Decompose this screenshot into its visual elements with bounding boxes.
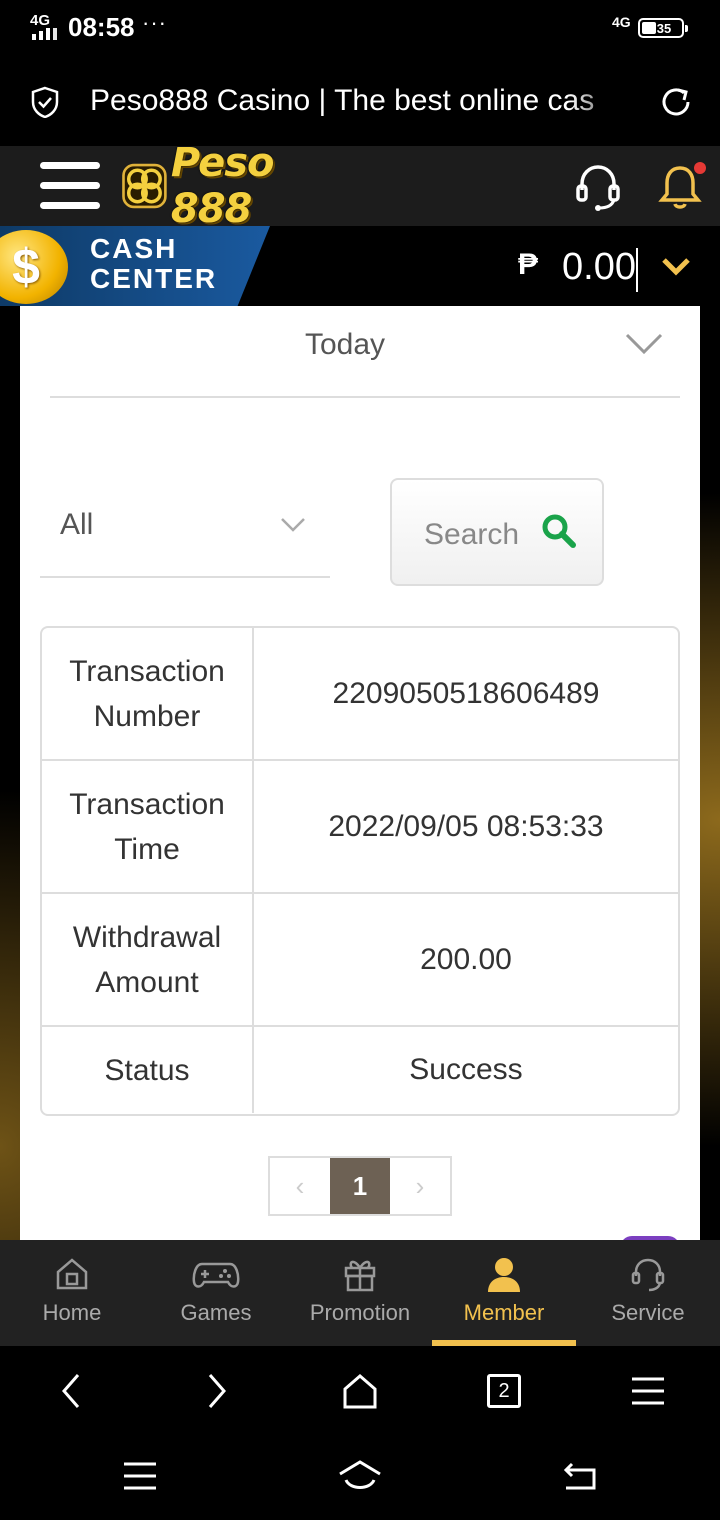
transaction-type-value: All xyxy=(60,508,94,541)
bottom-app-nav: Home Games Promotion Member Service xyxy=(0,1240,720,1346)
nav-item-promotion[interactable]: Promotion xyxy=(288,1240,432,1346)
transaction-number: 2209050518606489 xyxy=(332,676,600,710)
page-url-title[interactable]: Peso888 Casino | The best online cas xyxy=(90,84,630,118)
next-page-button[interactable]: › xyxy=(390,1158,450,1214)
menu-lines-icon xyxy=(632,1377,664,1405)
battery-icon: 35 xyxy=(638,18,688,38)
pagination: ‹ 1 › xyxy=(268,1156,452,1216)
peso888-logo[interactable]: Peso 888 xyxy=(120,140,342,232)
cash-center-bar: $ CASH CENTER ₱ 0.00 xyxy=(0,226,720,306)
tabs-button[interactable]: 2 xyxy=(432,1346,576,1436)
search-button[interactable]: Search xyxy=(390,478,604,586)
browser-address-bar: Peso888 Casino | The best online cas xyxy=(0,56,720,146)
withdrawal-record-card: Today All Search Transaction Number 2209… xyxy=(20,306,700,1240)
gift-icon xyxy=(344,1260,376,1292)
status-bar: 4G 08:58 ··· 4G 35 xyxy=(0,0,720,56)
system-home-icon[interactable] xyxy=(336,1456,384,1496)
transaction-type-select[interactable]: All xyxy=(40,498,330,578)
balance-dropdown-icon[interactable] xyxy=(660,250,692,282)
transaction-time: 2022/09/05 08:53:33 xyxy=(328,809,604,843)
table-row: Withdrawal Amount 200.00 xyxy=(42,894,678,1027)
nav-item-service[interactable]: Service xyxy=(576,1240,720,1346)
field-label: Withdrawal Amount xyxy=(42,894,254,1025)
forward-arrow-icon xyxy=(208,1374,226,1408)
date-range-select[interactable]: Today xyxy=(50,306,680,398)
transaction-status: Success xyxy=(409,1053,523,1086)
nav-item-games[interactable]: Games xyxy=(144,1240,288,1346)
nav-label: Promotion xyxy=(309,1300,411,1325)
shield-check-icon xyxy=(31,86,59,118)
search-button-label: Search xyxy=(424,518,520,551)
signal-icon xyxy=(32,28,57,40)
chevron-down-icon xyxy=(625,333,663,355)
headset-support-icon[interactable] xyxy=(572,160,624,212)
text-caret xyxy=(636,248,638,292)
browser-toolbar: 2 xyxy=(0,1346,720,1436)
nav-label: Home xyxy=(42,1300,102,1325)
headset-icon xyxy=(631,1258,665,1292)
nav-item-home[interactable]: Home xyxy=(0,1240,144,1346)
nav-label: Service xyxy=(611,1300,685,1325)
table-row: Transaction Number 2209050518606489 xyxy=(42,628,678,761)
network-indicator: 4G xyxy=(30,12,51,29)
network-indicator-right: 4G xyxy=(612,14,631,30)
gamepad-icon xyxy=(192,1262,240,1288)
browser-home-button[interactable] xyxy=(288,1346,432,1436)
cash-center-label: CASH CENTER xyxy=(90,233,218,294)
home-outline-icon xyxy=(343,1374,377,1409)
transaction-detail-table: Transaction Number 2209050518606489 Tran… xyxy=(40,626,680,1116)
forward-button[interactable] xyxy=(144,1346,288,1436)
table-row: Status Success xyxy=(42,1027,678,1113)
clock: 08:58 xyxy=(68,12,135,42)
nav-label: Games xyxy=(180,1300,252,1325)
field-label: Transaction Time xyxy=(42,761,254,892)
prev-page-button[interactable]: ‹ xyxy=(270,1158,330,1214)
chevron-down-icon xyxy=(281,518,305,532)
date-range-value: Today xyxy=(304,328,386,361)
home-icon xyxy=(56,1258,88,1290)
app-header: Peso 888 xyxy=(0,140,720,232)
battery-level: 35 xyxy=(656,20,672,36)
tab-count: 2 xyxy=(487,1374,521,1408)
more-notifications-icon: ··· xyxy=(142,10,167,35)
table-row: Transaction Time 2022/09/05 08:53:33 xyxy=(42,761,678,894)
nav-label: Member xyxy=(463,1300,545,1325)
back-arrow-icon xyxy=(62,1374,80,1408)
field-label: Status xyxy=(42,1027,254,1113)
wallet-balance: 0.00 xyxy=(562,246,636,288)
recent-apps-icon[interactable] xyxy=(118,1456,162,1496)
search-icon xyxy=(542,514,576,548)
reload-icon[interactable] xyxy=(658,84,694,120)
logo-text: Peso 888 xyxy=(170,140,275,232)
system-nav-bar xyxy=(0,1436,720,1520)
logo-knot-icon xyxy=(122,163,167,209)
current-page-button[interactable]: 1 xyxy=(330,1158,390,1214)
back-button[interactable] xyxy=(0,1346,144,1436)
system-back-icon[interactable] xyxy=(558,1456,602,1496)
withdrawal-amount: 200.00 xyxy=(420,942,512,976)
field-label: Transaction Number xyxy=(42,628,254,759)
nav-item-member[interactable]: Member xyxy=(432,1240,576,1346)
notification-bell-icon[interactable] xyxy=(654,160,706,212)
hamburger-menu-icon[interactable] xyxy=(40,162,100,210)
currency-symbol: ₱ xyxy=(518,248,539,281)
browser-menu-button[interactable] xyxy=(576,1346,720,1436)
member-icon xyxy=(488,1258,520,1292)
